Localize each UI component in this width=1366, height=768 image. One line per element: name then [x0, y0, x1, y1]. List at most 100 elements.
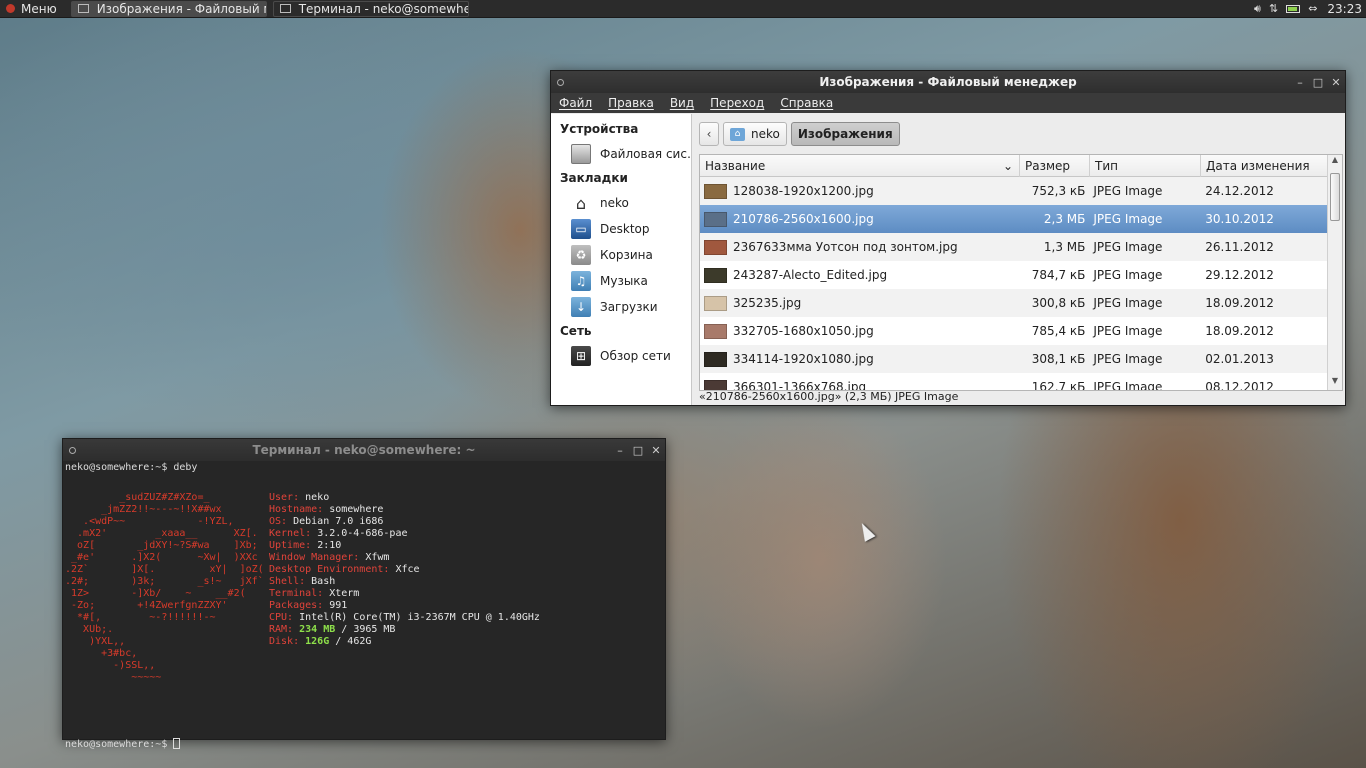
- scroll-up-icon[interactable]: ▲: [1328, 155, 1342, 169]
- menu-go[interactable]: Переход: [702, 96, 772, 110]
- sidebar-item-label: neko: [600, 196, 629, 210]
- file-size: 785,4 кБ: [1031, 324, 1086, 338]
- sidebar-item-label: Файловая сис…: [600, 147, 691, 161]
- window-menu-icon[interactable]: [557, 78, 564, 86]
- applications-menu-button[interactable]: Меню: [0, 0, 65, 18]
- sidebar-item-label: Корзина: [600, 248, 653, 262]
- taskbar-item-file-manager[interactable]: Изображения - Файловый мен…: [70, 0, 267, 17]
- maximize-icon[interactable]: □: [1309, 76, 1327, 89]
- column-header-type[interactable]: Тип: [1090, 155, 1201, 177]
- table-row[interactable]: 128038-1920x1200.jpg 752,3 кБ JPEG Image 24…: [700, 177, 1327, 205]
- vertical-scrollbar[interactable]: ▲ ▼: [1327, 155, 1342, 390]
- clock[interactable]: 23:23: [1327, 2, 1366, 16]
- file-name-cell: 243287-Alecto_Edited.jpg: [700, 267, 1019, 283]
- info-used: 126G: [305, 636, 330, 647]
- image-thumbnail-icon: [704, 323, 727, 339]
- close-icon[interactable]: ✕: [647, 444, 665, 457]
- table-row[interactable]: 243287-Alecto_Edited.jpg 784,7 кБ JPEG Ima…: [700, 261, 1327, 289]
- taskbar-item-label: Терминал - neko@somewhere: ~: [298, 1, 468, 16]
- file-manager-titlebar[interactable]: Изображения - Файловый менеджер – □ ✕: [551, 71, 1345, 93]
- table-row[interactable]: 325235.jpg 300,8 кБ JPEG Image 18.09.2012: [700, 289, 1327, 317]
- list-header: Название ⌄ Размер Тип Дата изменения: [700, 155, 1342, 177]
- info-value: Xterm: [329, 588, 360, 599]
- sidebar-item-trash[interactable]: ♻ Корзина: [551, 242, 691, 268]
- menu-file[interactable]: Файл: [551, 96, 600, 110]
- minimize-icon[interactable]: –: [1291, 76, 1309, 89]
- column-header-name[interactable]: Название ⌄: [700, 155, 1020, 177]
- info-used: 234 MB: [299, 624, 336, 635]
- sidebar-item-filesystem[interactable]: Файловая сис…: [551, 141, 691, 167]
- info-key: RAM:: [269, 624, 294, 635]
- column-header-size[interactable]: Размер: [1020, 155, 1090, 177]
- back-button[interactable]: ‹: [699, 122, 719, 146]
- file-size: 1,3 МБ: [1043, 240, 1086, 254]
- terminal-titlebar[interactable]: Терминал - neko@somewhere: ~ – □ ✕: [63, 439, 665, 461]
- file-date: 24.12.2012: [1205, 184, 1274, 198]
- scrollbar-thumb[interactable]: [1330, 173, 1340, 221]
- info-line: Uptime: 2:10: [269, 540, 540, 552]
- terminal-output[interactable]: neko@somewhere:~$ deby _sudZUZ#Z#XZo=_ _…: [63, 462, 665, 750]
- prompt-line: neko@somewhere:~$: [65, 738, 181, 751]
- minimize-icon[interactable]: –: [611, 444, 629, 457]
- sidebar-item-desktop[interactable]: ▭ Desktop: [551, 216, 691, 242]
- file-name-cell: 210786-2560x1600.jpg: [700, 211, 1019, 227]
- info-line-ram: RAM: 234 MB / 3965 MB: [269, 624, 540, 636]
- info-key: OS:: [269, 516, 288, 527]
- logo-line: -)SSL,,: [65, 660, 156, 671]
- window-title: Изображения - Файловый менеджер: [819, 75, 1077, 89]
- close-icon[interactable]: ✕: [1327, 76, 1345, 89]
- image-thumbnail-icon: [704, 183, 727, 199]
- downloads-folder-icon: ↓: [571, 297, 591, 317]
- file-name-cell: 334114-1920x1080.jpg: [700, 351, 1019, 367]
- file-date: 18.09.2012: [1205, 324, 1274, 338]
- image-thumbnail-icon: [704, 267, 727, 283]
- file-name-cell: 2367633мма Уотсон под зонтом.jpg: [700, 239, 1019, 255]
- file-size: 162,7 кБ: [1031, 380, 1086, 391]
- battery-icon[interactable]: [1286, 4, 1301, 13]
- logo-line: .mX2' _xaaa__ XZ[.: [65, 528, 258, 539]
- table-row[interactable]: 210786-2560x1600.jpg 2,3 МБ JPEG Image 30.1…: [700, 205, 1327, 233]
- arrows-icon[interactable]: ⇔: [1308, 2, 1317, 15]
- prompt-text: neko@somewhere:~$: [65, 739, 174, 750]
- logo-line: _sudZUZ#Z#XZo=_: [65, 492, 210, 503]
- info-key: Disk:: [269, 636, 300, 647]
- taskbar-item-terminal[interactable]: Терминал - neko@somewhere: ~: [272, 0, 469, 17]
- column-header-date[interactable]: Дата изменения: [1201, 155, 1328, 177]
- column-header-label: Название: [705, 158, 766, 173]
- image-thumbnail-icon: [704, 351, 727, 367]
- system-tray: 🔊︎ ⇅ ⇔ 23:23: [1246, 0, 1366, 18]
- sidebar-item-neko[interactable]: ⌂ neko: [551, 190, 691, 216]
- pathbar: ‹ ⌂ neko Изображения: [693, 114, 1345, 154]
- table-row[interactable]: 334114-1920x1080.jpg 308,1 кБ JPEG Image 02…: [700, 345, 1327, 373]
- scroll-down-icon[interactable]: ▼: [1328, 376, 1342, 390]
- sidebar-item-music[interactable]: ♫ Музыка: [551, 268, 691, 294]
- table-row[interactable]: 332705-1680x1050.jpg 785,4 кБ JPEG Image 18…: [700, 317, 1327, 345]
- volume-icon[interactable]: 🔊︎: [1254, 2, 1261, 16]
- network-browse-icon: ⊞: [571, 346, 591, 366]
- menu-help[interactable]: Справка: [772, 96, 841, 110]
- path-button-current[interactable]: Изображения: [790, 122, 900, 146]
- sidebar-item-downloads[interactable]: ↓ Загрузки: [551, 294, 691, 320]
- file-size: 752,3 кБ: [1031, 184, 1086, 198]
- network-icon[interactable]: ⇅: [1269, 2, 1278, 15]
- file-type: JPEG Image: [1093, 268, 1163, 282]
- info-key: Packages:: [269, 600, 324, 611]
- info-value: 2:10: [317, 540, 342, 551]
- command-line: neko@somewhere:~$ deby: [65, 462, 198, 473]
- menu-edit[interactable]: Правка: [600, 96, 662, 110]
- sidebar-section-network: Сеть: [560, 324, 592, 338]
- table-row[interactable]: 2367633мма Уотсон под зонтом.jpg 1,3 МБ JP…: [700, 233, 1327, 261]
- path-button-home[interactable]: ⌂ neko: [723, 122, 787, 146]
- maximize-icon[interactable]: □: [629, 444, 647, 457]
- menu-view[interactable]: Вид: [662, 96, 702, 110]
- info-line: Terminal: Xterm: [269, 588, 540, 600]
- image-thumbnail-icon: [704, 239, 727, 255]
- logo-line: )YXL,,: [65, 636, 126, 647]
- logo-line: _jmZZ2!!~---~!!X##wx: [65, 504, 222, 515]
- window-icon: [77, 4, 89, 13]
- file-name: 325235.jpg: [733, 296, 802, 310]
- info-key: Desktop Environment:: [269, 564, 390, 575]
- window-menu-icon[interactable]: [69, 446, 76, 454]
- sidebar-item-browse-network[interactable]: ⊞ Обзор сети: [551, 343, 691, 369]
- info-value: Debian 7.0 i686: [293, 516, 384, 527]
